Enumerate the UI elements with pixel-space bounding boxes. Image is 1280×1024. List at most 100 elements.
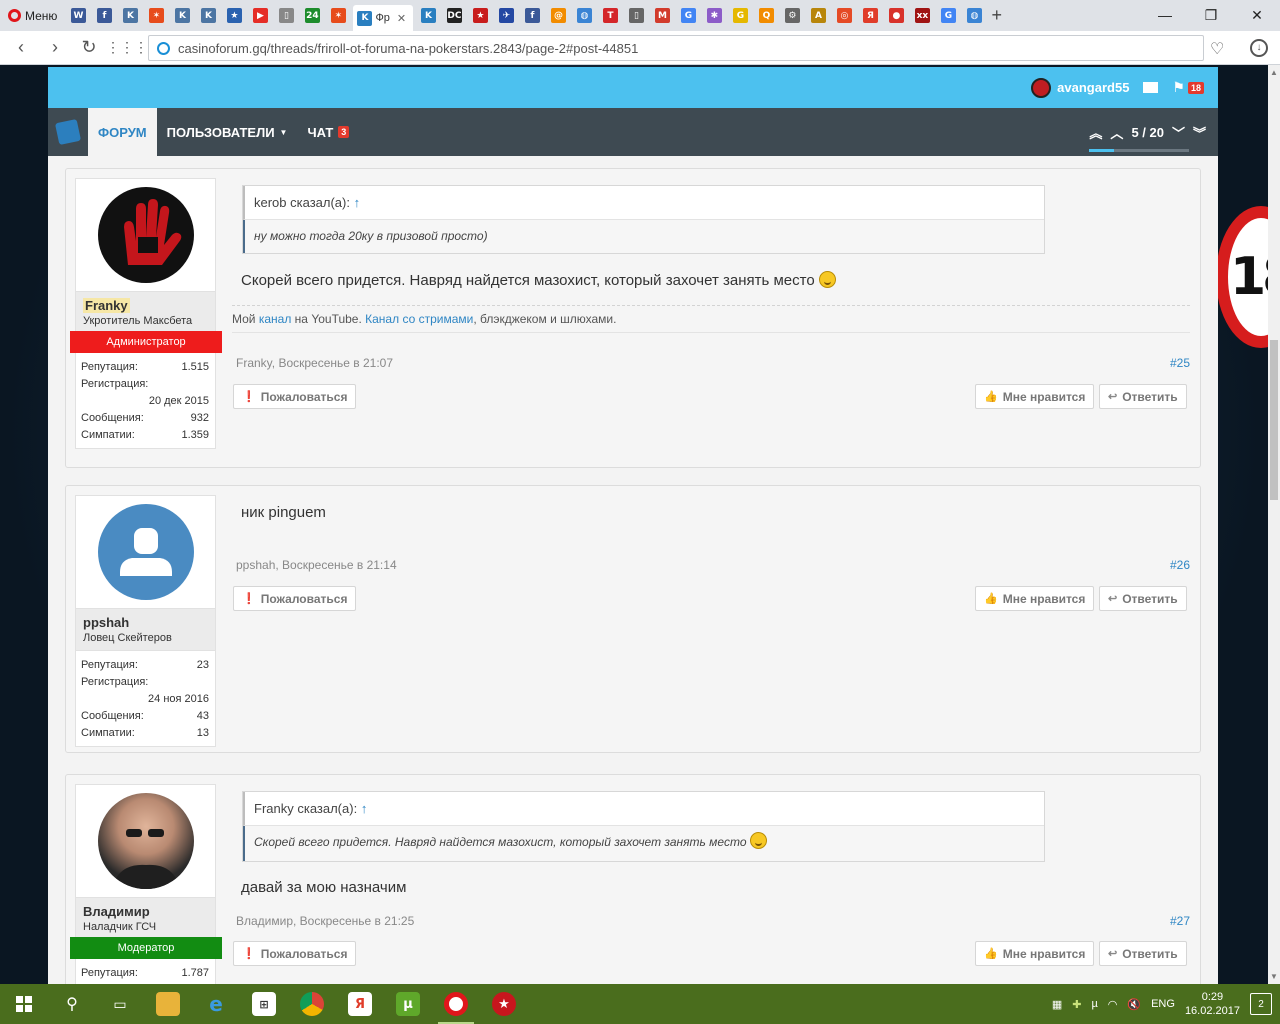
tray-utorrent-icon[interactable]: µ <box>1091 998 1097 1010</box>
avatar[interactable] <box>76 496 215 609</box>
close-tab-icon[interactable]: ✕ <box>397 12 406 25</box>
taskbar-opera[interactable] <box>432 984 480 1024</box>
active-tab[interactable]: K Фр ✕ <box>353 5 414 31</box>
like-button[interactable]: 👍 Мне нравится <box>975 384 1095 409</box>
back-button[interactable]: ‹ <box>4 37 38 58</box>
browser-tab[interactable]: ▯ <box>625 5 647 27</box>
url-field[interactable]: casinoforum.gq/threads/friroll-ot-foruma… <box>148 35 1204 61</box>
browser-tab[interactable]: Q <box>755 5 777 27</box>
browser-tab[interactable]: K <box>171 5 193 27</box>
post-author-date[interactable]: Franky, Воскресенье в 21:07 <box>236 356 393 370</box>
quote-jump-link[interactable]: ↑ <box>354 195 361 210</box>
post-author-date[interactable]: Владимир, Воскресенье в 21:25 <box>236 914 414 928</box>
browser-tab[interactable]: ▯ <box>275 5 297 27</box>
forward-button[interactable]: › <box>38 37 72 58</box>
report-button[interactable]: ❗ Пожаловаться <box>233 941 357 966</box>
browser-tab[interactable]: @ <box>547 5 569 27</box>
browser-tab[interactable]: G <box>677 5 699 27</box>
browser-tab[interactable]: DC <box>443 5 465 27</box>
browser-tab[interactable]: ✱ <box>703 5 725 27</box>
task-view-button[interactable]: ▭ <box>96 984 144 1024</box>
search-button[interactable]: ⚲ <box>48 984 96 1024</box>
download-icon[interactable]: ↓ <box>1250 39 1268 57</box>
browser-tab[interactable]: ✶ <box>327 5 349 27</box>
post-username[interactable]: Владимир <box>76 898 215 921</box>
next-page-chevron-icon[interactable]: ﹀ <box>1172 123 1185 142</box>
alerts-link[interactable]: ⚑ 18 <box>1172 79 1204 96</box>
maximize-button[interactable]: ❐ <box>1188 7 1234 24</box>
browser-tab[interactable]: ◎ <box>833 5 855 27</box>
browser-tab[interactable]: f <box>521 5 543 27</box>
taskbar-yandex[interactable]: Я <box>336 984 384 1024</box>
browser-menu-button[interactable]: Меню <box>0 0 65 31</box>
post-permalink[interactable]: #26 <box>1170 558 1190 572</box>
start-button[interactable] <box>0 984 48 1024</box>
browser-tab[interactable]: ◍ <box>573 5 595 27</box>
speed-dial-grid-icon[interactable]: ⋮⋮⋮ <box>106 39 148 56</box>
taskbar-file-explorer[interactable] <box>144 984 192 1024</box>
taskbar-store[interactable]: ⊞ <box>240 984 288 1024</box>
sig-channel-link[interactable]: канал <box>259 312 292 326</box>
report-button[interactable]: ❗ Пожаловаться <box>233 384 357 409</box>
post-author-date[interactable]: ppshah, Воскресенье в 21:14 <box>236 558 397 572</box>
browser-tab[interactable]: T <box>599 5 621 27</box>
browser-tab[interactable]: G <box>937 5 959 27</box>
taskbar-edge[interactable]: e <box>192 984 240 1024</box>
post-username[interactable]: ppshah <box>76 609 215 632</box>
reply-button[interactable]: ↩ Ответить <box>1099 941 1187 966</box>
browser-tab[interactable]: 24 <box>301 5 323 27</box>
post-username[interactable]: Franky <box>76 292 215 315</box>
scroll-down-arrow-icon[interactable]: ▼ <box>1270 972 1278 981</box>
post-permalink[interactable]: #25 <box>1170 356 1190 370</box>
browser-tab[interactable]: Я <box>859 5 881 27</box>
report-button[interactable]: ❗ Пожаловаться <box>233 586 357 611</box>
tab-chat[interactable]: ЧАТ 3 <box>297 108 359 156</box>
minimize-button[interactable]: — <box>1142 7 1188 24</box>
browser-tab[interactable]: ★ <box>223 5 245 27</box>
browser-tab[interactable]: ▶ <box>249 5 271 27</box>
browser-tab[interactable]: ● <box>885 5 907 27</box>
reload-button[interactable]: ↻ <box>72 37 106 58</box>
avatar[interactable] <box>76 785 215 898</box>
post-permalink[interactable]: #27 <box>1170 914 1190 928</box>
scroll-up-arrow-icon[interactable]: ▲ <box>1270 68 1278 77</box>
browser-tab[interactable]: K <box>119 5 141 27</box>
quote-jump-link[interactable]: ↑ <box>361 801 368 816</box>
volume-muted-icon[interactable]: 🔇 <box>1127 998 1141 1011</box>
browser-tab[interactable]: A <box>807 5 829 27</box>
browser-tab[interactable]: xx <box>911 5 933 27</box>
browser-tab[interactable]: ⚙ <box>781 5 803 27</box>
language-indicator[interactable]: ENG <box>1151 998 1175 1010</box>
page-scrollbar[interactable]: ▲ ▼ <box>1268 65 1280 984</box>
like-button[interactable]: 👍 Мне нравится <box>975 941 1095 966</box>
browser-tab[interactable]: f <box>93 5 115 27</box>
account-link[interactable]: avangard55 <box>1031 77 1129 98</box>
bookmark-heart-icon[interactable]: ♡ <box>1210 39 1224 59</box>
notification-center-button[interactable]: 2 <box>1250 993 1272 1015</box>
page-jumper[interactable]: ︽ ︿ 5 / 20 ﹀ ︾ <box>1089 108 1218 156</box>
envelope-icon[interactable] <box>1143 82 1159 93</box>
avatar[interactable] <box>76 179 215 292</box>
scrollbar-thumb[interactable] <box>1270 340 1278 500</box>
browser-tab[interactable]: ◍ <box>963 5 985 27</box>
like-button[interactable]: 👍 Мне нравится <box>975 586 1095 611</box>
reply-button[interactable]: ↩ Ответить <box>1099 586 1187 611</box>
clock[interactable]: 0:29 16.02.2017 <box>1185 990 1240 1018</box>
tray-plus-icon[interactable]: ✚ <box>1072 998 1081 1011</box>
browser-tab[interactable]: K <box>197 5 219 27</box>
browser-tab[interactable]: W <box>67 5 89 27</box>
network-map-icon[interactable]: ▦ <box>1052 998 1062 1011</box>
taskbar-utorrent[interactable]: µ <box>384 984 432 1024</box>
browser-tab[interactable]: M <box>651 5 673 27</box>
last-page-chevrons-icon[interactable]: ︾ <box>1193 123 1206 142</box>
prev-page-chevron-icon[interactable]: ︿ <box>1110 123 1123 142</box>
wifi-icon[interactable]: ◠ <box>1108 998 1118 1011</box>
taskbar-pokerstars[interactable]: ★ <box>480 984 528 1024</box>
taskbar-chrome[interactable] <box>288 984 336 1024</box>
browser-tab[interactable]: ✶ <box>145 5 167 27</box>
site-info-icon[interactable] <box>157 41 170 55</box>
tab-users[interactable]: ПОЛЬЗОВАТЕЛИ ▼ <box>157 108 298 156</box>
reply-button[interactable]: ↩ Ответить <box>1099 384 1187 409</box>
close-window-button[interactable]: ✕ <box>1234 7 1280 24</box>
tab-forum[interactable]: ФОРУМ <box>88 108 157 156</box>
